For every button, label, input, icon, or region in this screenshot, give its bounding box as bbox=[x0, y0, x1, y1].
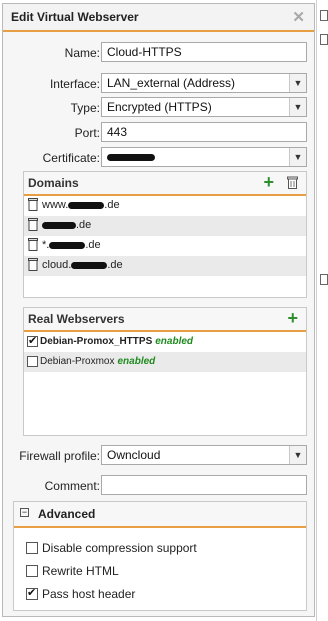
domain-suffix: .de bbox=[76, 219, 92, 231]
comment-label: Comment: bbox=[44, 479, 100, 493]
firewall-value: Owncloud bbox=[107, 448, 161, 462]
webserver-label: Debian-Proxmox enabled bbox=[40, 356, 155, 367]
background-window-edge bbox=[316, 0, 317, 621]
option-checkbox[interactable] bbox=[26, 542, 38, 554]
port-input[interactable]: 443 bbox=[101, 122, 307, 142]
dialog-titlebar[interactable]: Edit Virtual Webserver ✕ bbox=[3, 4, 314, 32]
option-checkbox[interactable]: ✔ bbox=[26, 587, 38, 600]
real-webservers-title: Real Webservers bbox=[28, 312, 125, 326]
webserver-checkbox[interactable]: ✔ bbox=[27, 335, 38, 347]
real-webservers-panel: Real Webservers + ✔ Debian-Promox_HTTPS e… bbox=[23, 307, 307, 436]
webserver-item[interactable]: ✔ Debian-Promox_HTTPS enabled bbox=[24, 332, 306, 352]
domain-item[interactable]: *. .de bbox=[24, 236, 306, 256]
firewall-select[interactable]: Owncloud ▼ bbox=[101, 445, 307, 465]
firewall-row: Firewall profile: Owncloud ▼ bbox=[3, 445, 316, 467]
close-icon[interactable]: ✕ bbox=[292, 8, 305, 26]
interface-row: Interface: LAN_external (Address) ▼ bbox=[3, 73, 316, 95]
trash-icon[interactable] bbox=[28, 238, 38, 251]
comment-row: Comment: bbox=[3, 475, 316, 497]
advanced-title: Advanced bbox=[38, 507, 96, 521]
interface-select[interactable]: LAN_external (Address) ▼ bbox=[101, 73, 307, 93]
webserver-status: enabled bbox=[155, 336, 194, 347]
webserver-status: enabled bbox=[117, 356, 156, 367]
real-webservers-header: Real Webservers + bbox=[24, 308, 306, 332]
chevron-down-icon[interactable]: ▼ bbox=[289, 98, 306, 116]
plus-icon[interactable]: + bbox=[263, 173, 274, 191]
collapse-icon[interactable]: − bbox=[20, 508, 29, 517]
webserver-label: Debian-Promox_HTTPS enabled bbox=[40, 336, 193, 347]
name-input[interactable]: Cloud-HTTPS bbox=[101, 42, 307, 62]
advanced-header[interactable]: − Advanced bbox=[14, 502, 306, 528]
domain-prefix: www. bbox=[42, 199, 69, 211]
chevron-down-icon[interactable]: ▼ bbox=[289, 148, 306, 166]
option-checkbox[interactable] bbox=[26, 565, 38, 577]
type-select[interactable]: Encrypted (HTTPS) ▼ bbox=[101, 97, 307, 117]
domains-header: Domains + bbox=[24, 172, 306, 196]
background-checkbox[interactable] bbox=[320, 10, 328, 21]
port-row: Port: 443 bbox=[3, 122, 316, 144]
option-label: Rewrite HTML bbox=[42, 564, 119, 578]
interface-label: Interface: bbox=[49, 77, 100, 91]
certificate-value-redacted bbox=[107, 154, 155, 162]
trash-icon[interactable] bbox=[28, 258, 38, 271]
domains-panel: Domains + www. .de .de *. .de cloud. .de bbox=[23, 171, 307, 298]
domain-item[interactable]: .de bbox=[24, 216, 306, 236]
webserver-name: Debian-Promox_HTTPS bbox=[40, 336, 153, 347]
interface-value: LAN_external (Address) bbox=[107, 76, 236, 90]
dialog-title: Edit Virtual Webserver bbox=[11, 10, 139, 24]
domain-redacted bbox=[49, 241, 86, 249]
trash-icon[interactable] bbox=[28, 198, 38, 211]
domain-suffix: .de bbox=[104, 199, 120, 211]
chevron-down-icon[interactable]: ▼ bbox=[289, 74, 306, 92]
background-checkbox[interactable] bbox=[320, 34, 328, 45]
option-label: Pass host header bbox=[42, 587, 136, 601]
certificate-select[interactable]: ▼ bbox=[101, 147, 307, 167]
domain-prefix: cloud. bbox=[42, 259, 72, 271]
certificate-label: Certificate: bbox=[42, 151, 100, 165]
type-label: Type: bbox=[70, 101, 100, 115]
plus-icon[interactable]: + bbox=[287, 309, 298, 327]
checkmark-icon: ✔ bbox=[28, 335, 38, 347]
port-label: Port: bbox=[74, 126, 100, 140]
domain-suffix: .de bbox=[107, 259, 123, 271]
webserver-item[interactable]: Debian-Proxmox enabled bbox=[24, 352, 306, 372]
advanced-section: − Advanced Disable compression support R… bbox=[13, 501, 307, 611]
option-label: Disable compression support bbox=[42, 541, 197, 555]
checkmark-icon: ✔ bbox=[27, 587, 37, 599]
domain-suffix: .de bbox=[85, 239, 101, 251]
domain-redacted bbox=[71, 261, 108, 269]
firewall-label: Firewall profile: bbox=[19, 449, 100, 463]
trash-icon[interactable] bbox=[287, 176, 298, 189]
domain-text: *. .de bbox=[42, 239, 101, 251]
domain-prefix: *. bbox=[42, 239, 50, 251]
trash-icon[interactable] bbox=[28, 218, 38, 231]
certificate-row: Certificate: ▼ bbox=[3, 147, 316, 169]
type-row: Type: Encrypted (HTTPS) ▼ bbox=[3, 97, 316, 119]
type-value: Encrypted (HTTPS) bbox=[107, 100, 212, 114]
webserver-checkbox[interactable] bbox=[27, 356, 38, 367]
comment-input[interactable] bbox=[101, 475, 307, 495]
domain-text: www. .de bbox=[42, 199, 120, 211]
edit-virtual-webserver-dialog: Edit Virtual Webserver ✕ Name: Cloud-HTT… bbox=[2, 3, 315, 617]
domain-redacted bbox=[42, 221, 76, 229]
webserver-name: Debian-Proxmox bbox=[40, 356, 115, 367]
chevron-down-icon[interactable]: ▼ bbox=[289, 446, 306, 464]
domains-title: Domains bbox=[28, 176, 79, 190]
name-label: Name: bbox=[64, 46, 100, 60]
domain-text: cloud. .de bbox=[42, 259, 123, 271]
background-checkbox[interactable] bbox=[320, 274, 328, 285]
domain-redacted bbox=[68, 201, 105, 209]
domain-item[interactable]: cloud. .de bbox=[24, 256, 306, 276]
domain-text: .de bbox=[42, 219, 91, 231]
name-row: Name: Cloud-HTTPS bbox=[3, 42, 316, 64]
domain-item[interactable]: www. .de bbox=[24, 196, 306, 216]
